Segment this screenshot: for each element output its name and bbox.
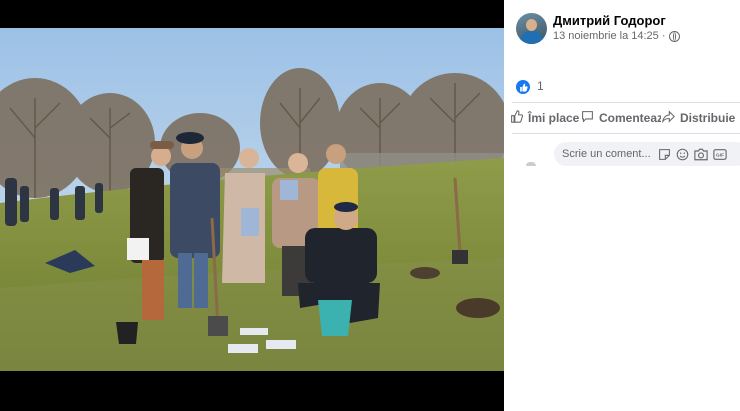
photo-viewer[interactable]: [0, 0, 504, 411]
comment-composer: Scrie un coment... GIF: [512, 142, 740, 166]
comment-icon: [581, 110, 594, 126]
globe-icon: [668, 30, 680, 42]
divider: [512, 133, 740, 134]
like-label: Îmi place: [528, 111, 580, 125]
post-photo[interactable]: [0, 28, 504, 371]
tree-planting-photo: [0, 28, 504, 371]
comment-input[interactable]: Scrie un coment... GIF: [554, 142, 740, 166]
comment-button[interactable]: Comentează: [581, 109, 661, 127]
like-icon: [510, 110, 524, 126]
avatar: [526, 162, 536, 166]
comment-label: Comentează: [599, 111, 661, 125]
share-icon: [662, 110, 675, 126]
thumbs-up-icon[interactable]: [516, 80, 530, 94]
gif-icon[interactable]: GIF: [712, 148, 727, 161]
post-meta: 13 noiembrie la 14:25 ·: [553, 30, 680, 42]
post-timestamp[interactable]: 13 noiembrie la 14:25 ·: [553, 30, 666, 42]
post-details-panel: Дмитрий Годорог 13 noiembrie la 14:25 · …: [504, 0, 740, 411]
sticker-icon[interactable]: [658, 148, 671, 161]
divider: [512, 102, 740, 103]
like-button[interactable]: Îmi place: [510, 109, 579, 127]
share-label: Distribuie: [680, 111, 736, 125]
share-button[interactable]: Distribuie: [662, 109, 735, 127]
reaction-count[interactable]: 1: [537, 79, 544, 93]
author-avatar[interactable]: [516, 13, 547, 44]
camera-icon[interactable]: [693, 148, 708, 161]
svg-text:GIF: GIF: [716, 152, 724, 158]
emoji-icon[interactable]: [676, 148, 689, 161]
comment-placeholder: Scrie un coment...: [562, 148, 651, 160]
author-name[interactable]: Дмитрий Годорог: [553, 13, 666, 28]
